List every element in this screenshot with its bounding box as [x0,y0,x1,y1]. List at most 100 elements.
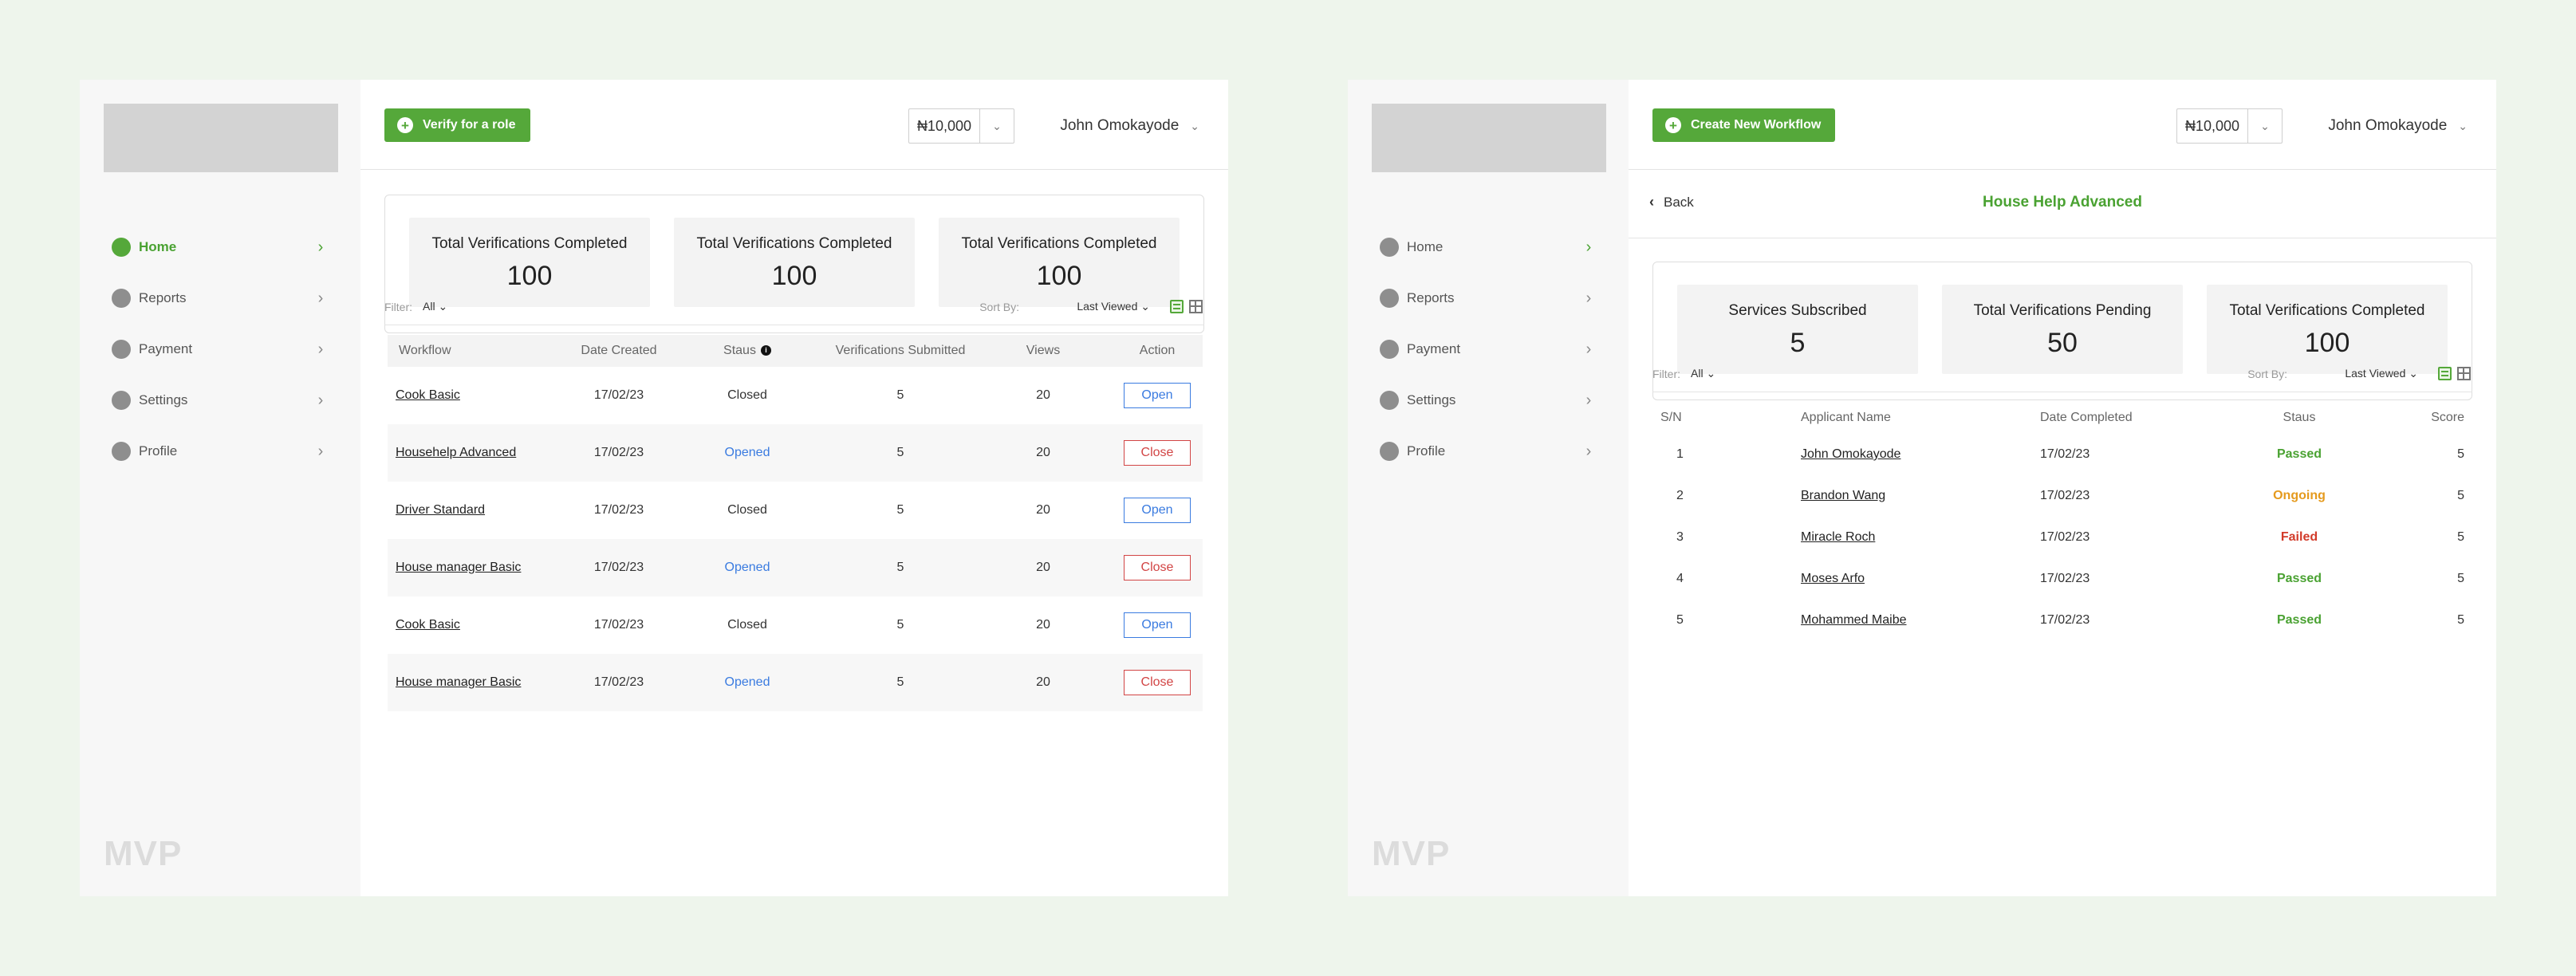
close-button[interactable]: Close [1124,440,1191,466]
score-cell: 5 [2457,447,2464,461]
list-view-icon[interactable] [1170,300,1184,313]
list-view-icon[interactable] [2438,367,2452,380]
wallet-balance[interactable]: ₦10,000 ⌄ [908,108,1014,144]
status-cell: Opened [724,561,770,574]
chevron-down-icon[interactable]: ⌄ [2248,109,2282,143]
views-cell: 20 [1036,388,1050,402]
table-row: Driver Standard 17/02/23 Closed 5 20 Ope… [388,482,1203,539]
grid-view-icon[interactable] [2457,367,2471,380]
sidebar-item-label: Home [1407,239,1444,254]
workflow-link[interactable]: Cook Basic [396,618,460,632]
workflow-link[interactable]: Cook Basic [396,388,460,402]
sidebar-item-home[interactable]: Home › [112,222,329,273]
user-menu[interactable]: John Omokayode ⌄ [2328,108,2468,144]
user-name: John Omokayode [1060,117,1180,134]
submitted-cell: 5 [896,446,904,459]
chevron-down-icon: ⌄ [438,300,448,313]
sidebar-item-settings[interactable]: Settings › [112,375,329,426]
sidebar-item-label: Payment [1407,341,1461,356]
score-cell: 5 [2457,613,2464,627]
profile-icon [112,442,131,461]
date-cell: 17/02/23 [593,618,644,632]
close-button[interactable]: Close [1124,555,1191,580]
workflow-link[interactable]: Driver Standard [396,503,485,517]
grid-view-icon[interactable] [1189,300,1203,313]
open-button[interactable]: Open [1124,498,1191,523]
sort-dropdown[interactable]: Last Viewed ⌄ [2345,367,2418,380]
sidebar-item-label: Home [139,239,177,254]
status-cell: Closed [727,503,767,517]
user-menu[interactable]: John Omokayode ⌄ [1060,108,1199,144]
sort-label: Sort By: [2247,368,2287,380]
table-row: 3 Miracle Roch 17/02/23 Failed 5 [1652,517,2472,558]
payment-icon [1380,340,1399,359]
mvp-watermark: MVP [104,834,183,873]
balance-value: ₦10,000 [909,109,980,143]
chevron-down-icon: ⌄ [1190,119,1199,132]
button-label: Create New Workflow [1691,118,1822,132]
logo-placeholder [1372,104,1606,172]
status-cell: Closed [727,388,767,402]
sidebar-item-label: Reports [1407,290,1455,305]
verify-role-button[interactable]: + Verify for a role [384,108,530,142]
chevron-right-icon: › [1585,289,1592,307]
status-badge: Passed [2276,572,2322,585]
filter-dropdown[interactable]: All ⌄ [1691,367,1715,380]
applicant-link[interactable]: Brandon Wang [1801,489,1885,502]
page-subheader: ‹ Back House Help Advanced [1629,170,2496,238]
workflow-detail-screen: Home › Reports › Payment › Settings › Pr… [1348,80,2496,896]
mvp-watermark: MVP [1372,834,1451,873]
filter-value: All [423,300,435,313]
applicant-link[interactable]: Miracle Roch [1801,530,1875,544]
status-badge: Failed [2280,530,2318,544]
workflow-link[interactable]: Househelp Advanced [396,446,516,459]
sidebar-item-profile[interactable]: Profile › [112,426,329,477]
sidebar-item-payment[interactable]: Payment › [1380,324,1597,375]
table-row: House manager Basic 17/02/23 Opened 5 20… [388,539,1203,596]
date-cell: 17/02/23 [2040,613,2090,627]
filter-bar: Filter: All ⌄ Sort By: Last Viewed ⌄ [1652,360,2472,392]
info-icon[interactable]: i [760,345,771,356]
applicant-link[interactable]: Moses Arfo [1801,572,1865,585]
close-button[interactable]: Close [1124,670,1191,695]
sidebar-item-profile[interactable]: Profile › [1380,426,1597,477]
sidebar-item-label: Reports [139,290,187,305]
open-button[interactable]: Open [1124,383,1191,408]
table-row: Cook Basic 17/02/23 Closed 5 20 Open [388,596,1203,654]
stat-label: Total Verifications Completed [961,235,1157,252]
table-header: Workflow Date Created Staus i Verificatio… [388,335,1203,367]
wallet-balance[interactable]: ₦10,000 ⌄ [2176,108,2283,144]
main-content: + Create New Workflow ₦10,000 ⌄ John Omo… [1629,80,2496,896]
open-button[interactable]: Open [1124,612,1191,638]
sidebar-item-label: Payment [139,341,193,356]
workflow-link[interactable]: House manager Basic [396,675,521,689]
sidebar-item-payment[interactable]: Payment › [112,324,329,375]
header-date-completed: Date Completed [2040,411,2133,424]
reports-icon [1380,289,1399,308]
sidebar-item-label: Settings [139,392,188,407]
sort-dropdown[interactable]: Last Viewed ⌄ [1077,300,1150,313]
status-badge: Ongoing [2273,489,2326,502]
sidebar-item-reports[interactable]: Reports › [1380,273,1597,324]
topbar: + Create New Workflow ₦10,000 ⌄ John Omo… [1629,80,2496,170]
sidebar-item-reports[interactable]: Reports › [112,273,329,324]
create-workflow-button[interactable]: + Create New Workflow [1652,108,1836,142]
header-action: Action [1139,344,1176,357]
button-label: Verify for a role [423,118,516,132]
sidebar-item-settings[interactable]: Settings › [1380,375,1597,426]
score-cell: 5 [2457,489,2464,502]
sidebar-nav: Home › Reports › Payment › Settings › Pr… [112,222,329,477]
status-badge: Passed [2276,447,2322,461]
workflow-link[interactable]: House manager Basic [396,561,521,574]
filter-dropdown[interactable]: All ⌄ [423,300,447,313]
stat-value: 100 [771,261,817,291]
applicant-link[interactable]: Mohammed Maibe [1801,613,1907,627]
applicant-link[interactable]: John Omokayode [1801,447,1900,461]
date-cell: 17/02/23 [593,388,644,402]
sidebar-item-home[interactable]: Home › [1380,222,1597,273]
sort-value: Last Viewed [2345,367,2406,380]
plus-circle-icon: + [1665,117,1681,133]
chevron-down-icon[interactable]: ⌄ [980,109,1014,143]
home-icon [1380,238,1399,257]
stat-value: 100 [506,261,553,291]
